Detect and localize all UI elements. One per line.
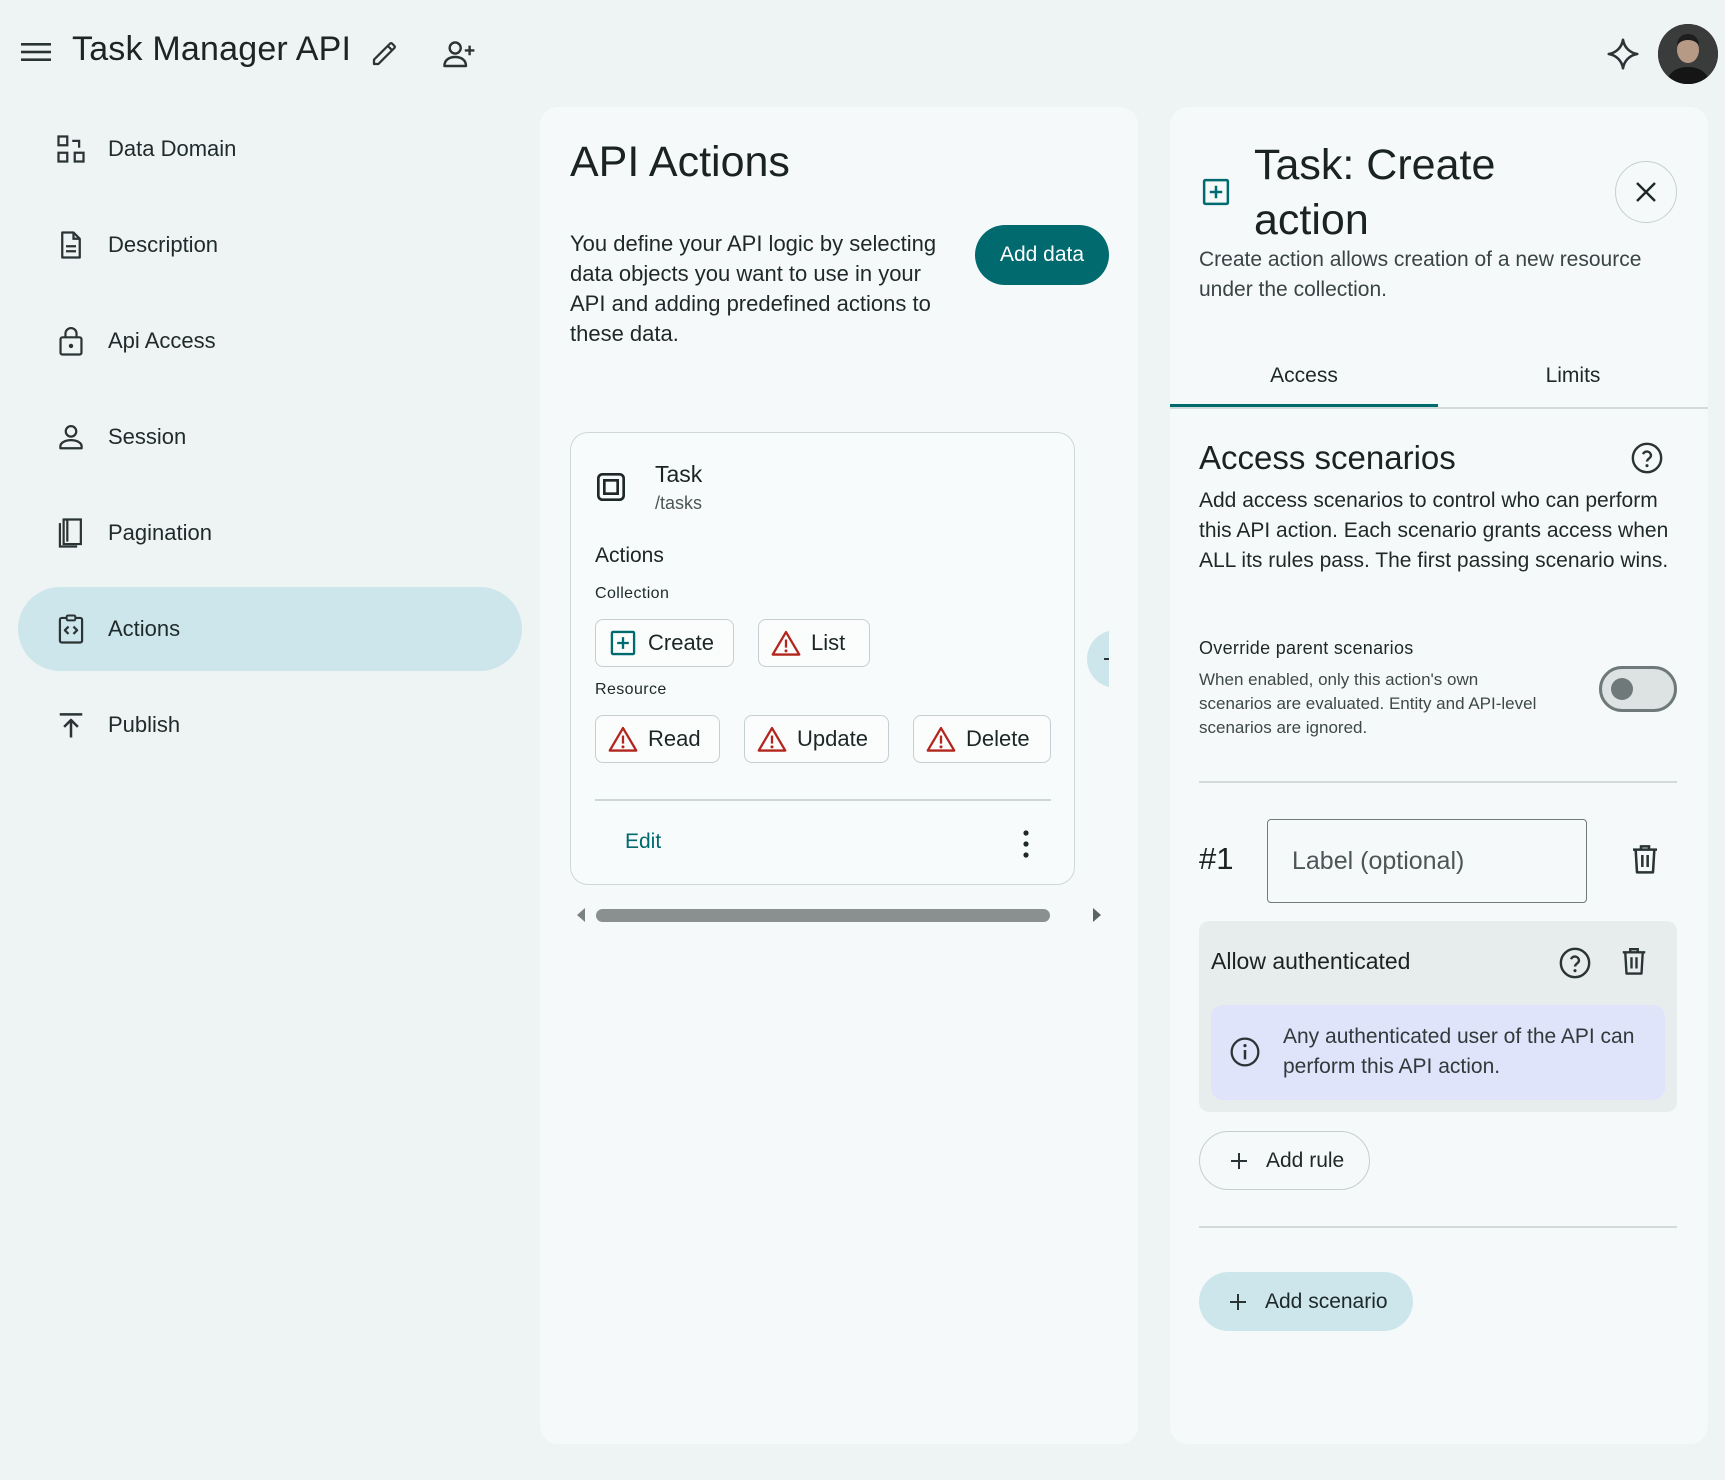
card-divider <box>595 799 1051 801</box>
scenario-label-input[interactable] <box>1267 819 1587 903</box>
app-title: Task Manager API <box>72 30 352 68</box>
add-person-icon[interactable] <box>440 34 480 74</box>
plus-box-icon <box>1201 177 1233 209</box>
rule-info-text: Any authenticated user of the API can pe… <box>1283 1025 1635 1078</box>
sidebar-item-label: Data Domain <box>108 136 237 161</box>
sidebar-item-label: Pagination <box>108 520 212 545</box>
pages-icon <box>54 516 88 550</box>
page-description: You define your API logic by selecting d… <box>570 231 937 346</box>
sidebar-item-description[interactable]: Description <box>18 203 522 287</box>
chip-label: List <box>811 630 846 655</box>
override-description: When enabled, only this action's own sce… <box>1199 670 1537 737</box>
tab-access[interactable]: Access <box>1170 345 1438 407</box>
tab-label: Access <box>1270 364 1338 387</box>
sidebar-item-pagination[interactable]: Pagination <box>18 491 522 575</box>
rule-help-icon[interactable] <box>1558 946 1592 980</box>
actions-heading: Actions <box>595 544 664 567</box>
data-object-card: Task /tasks Actions Collection Create Li… <box>570 432 1075 885</box>
chip-label: Delete <box>966 726 1030 751</box>
upload-icon <box>54 708 88 742</box>
warning-icon <box>771 628 801 658</box>
scroll-left-arrow[interactable] <box>576 908 586 922</box>
sidebar-item-label: Publish <box>108 712 181 737</box>
sidebar-item-label: Api Access <box>108 328 216 353</box>
scrollbar-thumb[interactable] <box>596 909 1050 922</box>
sparkle-icon[interactable] <box>1603 34 1643 74</box>
access-description: Add access scenarios to control who can … <box>1199 489 1669 572</box>
plus-icon <box>1231 1152 1247 1169</box>
rule-title: Allow authenticated <box>1211 948 1411 974</box>
sidebar-item-api-access[interactable]: Api Access <box>18 299 522 383</box>
read-action-chip[interactable]: Read <box>595 715 720 763</box>
object-name: Task <box>655 461 703 487</box>
sidebar-item-label: Description <box>108 232 219 257</box>
plus-icon <box>1230 1293 1246 1310</box>
chip-label: Update <box>797 726 868 751</box>
detail-subtitle: Create action allows creation of a new r… <box>1199 248 1642 301</box>
horizontal-scrollbar[interactable] <box>572 902 1106 928</box>
sidebar-item-label: Actions <box>108 616 181 641</box>
more-options-icon[interactable] <box>1011 827 1041 861</box>
access-heading: Access scenarios <box>1199 439 1456 476</box>
help-icon[interactable] <box>1630 441 1664 475</box>
tabs-divider <box>1170 407 1708 409</box>
chip-label: Read <box>648 726 701 751</box>
create-action-chip[interactable]: Create <box>595 619 734 667</box>
page-title: API Actions <box>570 138 790 186</box>
update-action-chip[interactable]: Update <box>744 715 889 763</box>
document-icon <box>54 228 88 262</box>
delete-rule-icon[interactable] <box>1620 946 1652 980</box>
scenario-divider <box>1199 1226 1677 1228</box>
toggle-knob <box>1611 678 1633 700</box>
add-scenario-label: Add scenario <box>1265 1289 1388 1313</box>
section-divider <box>1199 781 1677 783</box>
sidebar-item-actions[interactable]: Actions <box>18 587 522 671</box>
pencil-icon[interactable] <box>366 36 402 72</box>
scroll-right-arrow[interactable] <box>1092 908 1102 922</box>
menu-icon[interactable] <box>18 34 54 70</box>
lock-icon <box>54 324 88 358</box>
edit-link[interactable]: Edit <box>625 830 661 854</box>
list-action-chip[interactable]: List <box>758 619 870 667</box>
add-rule-button[interactable]: Add rule <box>1199 1131 1370 1190</box>
collection-label: Collection <box>595 585 670 602</box>
close-button[interactable] <box>1615 161 1677 223</box>
scenario-number: #1 <box>1199 841 1234 876</box>
person-icon <box>54 420 88 454</box>
override-toggle[interactable] <box>1599 666 1677 712</box>
sidebar-item-label: Session <box>108 424 187 449</box>
delete-scenario-icon[interactable] <box>1630 843 1664 877</box>
plus-box-icon <box>608 628 638 658</box>
detail-title: Task: Create action <box>1254 141 1496 244</box>
tab-limits[interactable]: Limits <box>1438 345 1708 407</box>
add-data-button[interactable]: Add data <box>975 225 1109 285</box>
sidebar-item-data-domain[interactable]: Data Domain <box>18 107 522 191</box>
data-domain-icon <box>54 132 88 166</box>
avatar[interactable] <box>1658 24 1718 84</box>
sidebar-item-publish[interactable]: Publish <box>18 683 522 767</box>
tab-label: Limits <box>1545 364 1601 387</box>
warning-icon <box>608 724 638 754</box>
info-icon <box>1229 1036 1263 1070</box>
object-path: /tasks <box>655 493 703 513</box>
add-rule-label: Add rule <box>1266 1148 1345 1172</box>
close-icon <box>1636 182 1656 202</box>
resource-label: Resource <box>595 681 667 698</box>
override-title: Override parent scenarios <box>1199 638 1414 658</box>
object-icon <box>595 471 629 505</box>
code-clipboard-icon <box>54 612 88 646</box>
action-detail-panel <box>1170 107 1708 1444</box>
add-scenario-button[interactable]: Add scenario <box>1199 1272 1413 1331</box>
chip-label: Create <box>648 630 715 655</box>
warning-icon <box>757 724 787 754</box>
scroll-next-button[interactable] <box>1087 630 1109 688</box>
warning-icon <box>926 724 956 754</box>
sidebar-item-session[interactable]: Session <box>18 395 522 479</box>
delete-action-chip[interactable]: Delete <box>913 715 1051 763</box>
